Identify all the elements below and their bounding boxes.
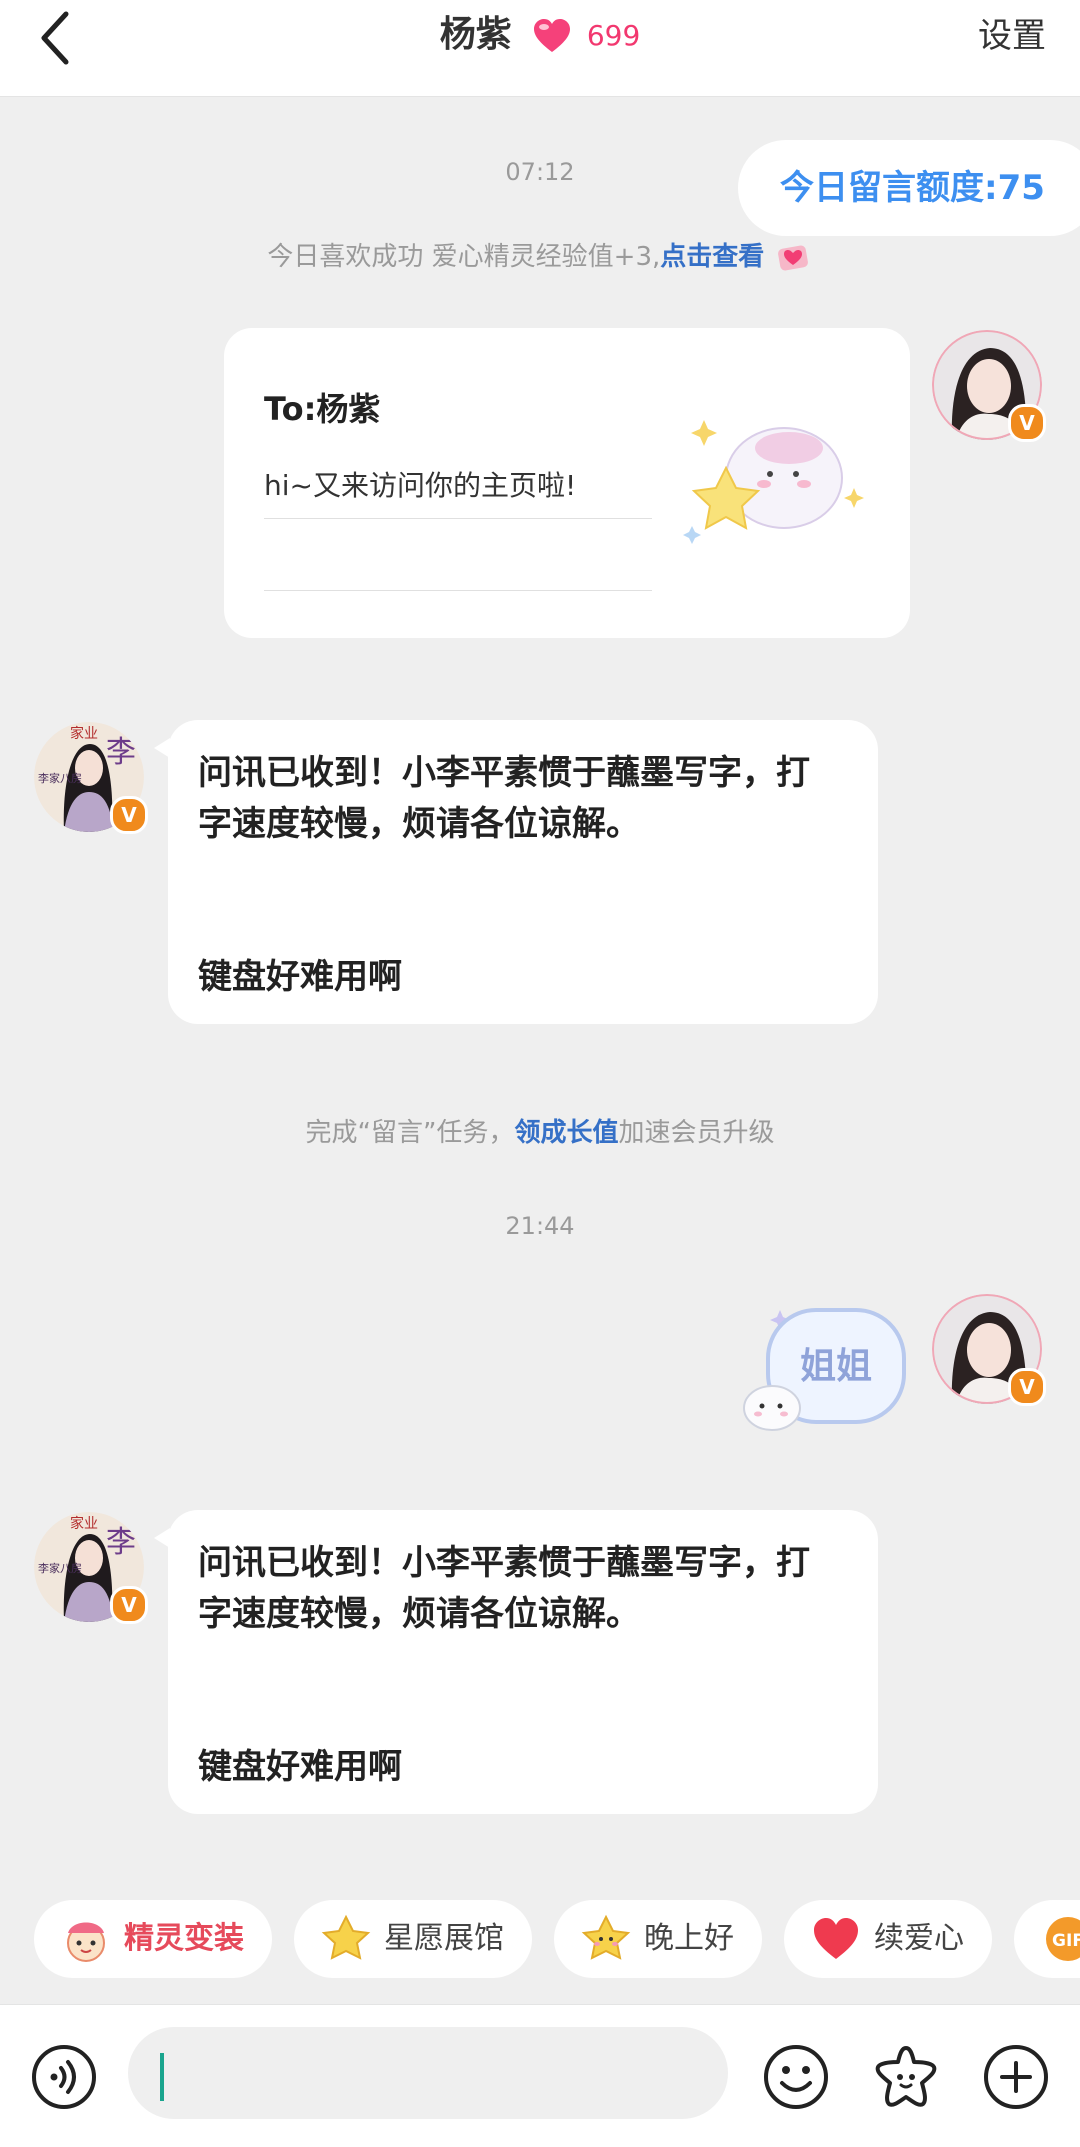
star-icon [321,1914,371,1960]
verified-badge: V [110,1586,148,1624]
text-cursor [160,2053,164,2101]
contact-avatar[interactable]: 李 家业 李家八房 V [34,1512,148,1624]
message-input[interactable] [128,2027,728,2119]
chip-label: 晚上好 [644,1921,734,1956]
cat-bubble-sticker: 姐姐 [743,1308,906,1431]
voice-icon[interactable] [30,2043,98,2111]
intimacy-count: 699 [586,19,641,52]
emoji-icon[interactable] [762,2043,830,2111]
timestamp: 21:44 [505,1212,575,1240]
settings-button[interactable]: 设置 [978,12,1046,60]
star-sticker-icon[interactable] [872,2043,940,2111]
verified-badge: V [1008,1368,1046,1406]
avatar-text: 李家八房 [38,771,82,785]
heart-icon [814,1918,858,1959]
my-avatar[interactable]: V [932,1294,1046,1406]
card-recipient: To:杨紫 [264,390,381,428]
chip-label: 星愿展馆 [384,1921,504,1956]
avatar-text: 李 [106,735,136,770]
love-letter-icon [777,245,808,270]
sticker-text: 姐姐 [800,1346,872,1387]
message-text: 问讯已收到！小李平素惯于蘸墨写字，打 [198,1543,810,1583]
contact-avatar[interactable]: 李 家业 李家八房 V [34,722,148,834]
chip-label: 续爱心 [874,1921,964,1956]
task-text: 加速会员升级 [618,1118,775,1148]
message-text: 字速度较慢，烦请各位谅解。 [198,804,640,844]
chip-label: 精灵变装 [124,1921,244,1956]
sticker-message[interactable]: 姐姐 [740,1298,920,1438]
card-divider [264,590,652,591]
message-text: 问讯已收到！小李平素惯于蘸墨写字，打 [198,753,810,793]
chip-renew-heart[interactable]: 续爱心 [784,1900,992,1978]
message-quota-badge: 今日留言额度:75 [738,140,1080,236]
message-text: 字速度较慢，烦请各位谅解。 [198,1594,640,1634]
chip-sprite-dressup[interactable]: 精灵变装 [34,1900,272,1978]
avatar-text: 家业 [70,1515,98,1532]
greeting-card[interactable]: To:杨紫 hi~又来访问你的主页啦! [224,328,910,638]
heart-icon [534,19,571,52]
task-system-message: 完成“留言”任务，领成长值加速会员升级 [0,1112,1080,1149]
verified-badge: V [110,796,148,834]
card-message: hi~又来访问你的主页啦! [264,469,577,502]
gif-text: GIF [1052,1931,1080,1951]
gif-icon: GIF [1046,1917,1080,1961]
view-link[interactable]: 点击查看 [660,242,764,272]
plus-icon[interactable] [982,2043,1050,2111]
chip-good-evening[interactable]: 晚上好 [554,1900,762,1978]
verified-badge: V [1008,404,1046,442]
star-face-icon [581,1914,631,1960]
system-like-message: 今日喜欢成功 爱心精灵经验值+3,点击查看 [0,236,1080,275]
incoming-message-bubble[interactable]: 问讯已收到！小李平素惯于蘸墨写字，打 字速度较慢，烦请各位谅解。 键盘好难用啊 [154,1510,878,1814]
message-text: 键盘好难用啊 [198,1747,402,1787]
input-bar [0,2004,1080,2147]
avatar-text: 李 [106,1525,136,1560]
bunny-star-sticker [683,420,864,544]
avatar-text: 李家八房 [38,1561,82,1575]
my-avatar[interactable]: V [932,330,1046,442]
chat-title: 杨紫 699 [0,10,1080,61]
chip-star-gallery[interactable]: 星愿展馆 [294,1900,532,1978]
contact-name: 杨紫 [439,14,512,55]
growth-link[interactable]: 领成长值 [514,1118,618,1148]
system-like-text: 今日喜欢成功 爱心精灵经验值+3, [267,242,661,272]
top-bar: 杨紫 699 设置 [0,0,1080,97]
avatar-text: 家业 [70,725,98,742]
chip-gif[interactable]: GIF [1014,1900,1080,1978]
sprite-icon [67,1922,105,1962]
card-divider [264,518,652,519]
message-text: 键盘好难用啊 [198,957,402,997]
task-text: 完成“留言”任务， [305,1118,515,1148]
incoming-message-bubble[interactable]: 问讯已收到！小李平素惯于蘸墨写字，打 字速度较慢，烦请各位谅解。 键盘好难用啊 [154,720,878,1024]
